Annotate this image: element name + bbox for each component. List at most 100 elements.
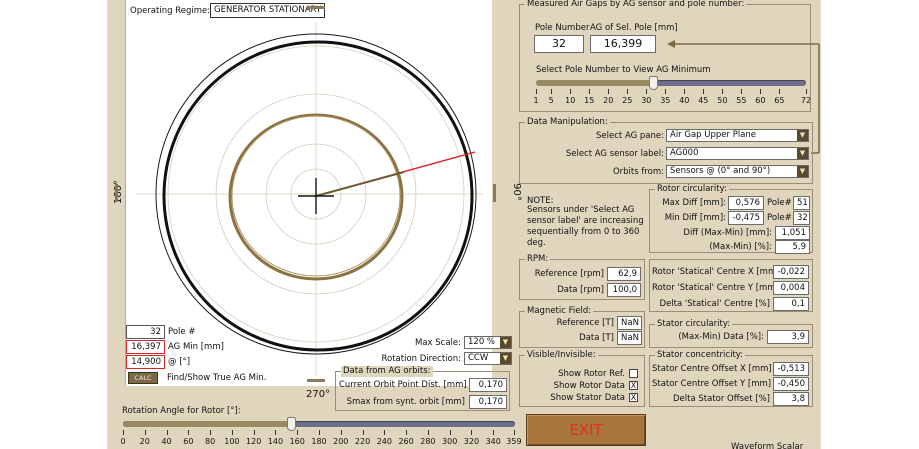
show-rotor-ref-checkbox[interactable] xyxy=(629,369,638,378)
pole-slider-thumb[interactable] xyxy=(649,76,659,90)
orbits-from-select[interactable]: Sensors @ (0° and 90°) ▼ xyxy=(666,165,809,178)
slider-tick xyxy=(627,89,629,94)
statical-x-label: Rotor 'Statical' Centre X [mm] xyxy=(652,267,780,277)
min-pole-value: 32 xyxy=(793,211,810,225)
stator-offset-y-value: -0,450 xyxy=(773,377,809,391)
rotation-direction-label: Rotation Direction: xyxy=(381,354,461,364)
stator-offset-delta-value: 3,8 xyxy=(773,392,809,406)
calc-description: Find/Show True AG Min. xyxy=(167,373,267,383)
rpm-reference-label: Reference [rpm] xyxy=(534,269,604,279)
right-tick xyxy=(493,184,496,202)
ag-plane-select[interactable]: Air Gap Upper Plane ▼ xyxy=(666,129,809,142)
max-scale-select[interactable]: 120 % ▼ xyxy=(464,336,512,349)
ag-sensor-value: AG000 xyxy=(670,148,699,158)
show-rotor-data-label: Show Rotor Data xyxy=(553,381,625,391)
measured-air-gaps-group: Measured Air Gaps by AG sensor and pole … xyxy=(519,0,811,112)
slider-tick-label: 100 xyxy=(224,437,240,446)
rotation-slider-thumb[interactable] xyxy=(287,417,297,431)
slider-tick xyxy=(144,430,146,435)
rotation-slider-ticks: 0 20 40 60 80 100 120 140 160 180 200 220 240 260 280 3… xyxy=(120,430,522,446)
slider-tick xyxy=(427,430,429,435)
slider-tick-label: 220 xyxy=(354,437,371,446)
slider-tick-label: 0 xyxy=(120,437,126,446)
pct-max-min-value: 5,9 xyxy=(775,240,810,254)
min-diff-label: Min Diff [mm]: xyxy=(664,213,726,223)
rpm-title: RPM: xyxy=(525,254,551,265)
ag-sensor-select[interactable]: AG000 ▼ xyxy=(666,147,809,160)
slider-tick-label: 15 xyxy=(584,96,595,105)
rotor-circularity-title: Rotor circularity: xyxy=(655,184,729,195)
current-orbit-value: 0,170 xyxy=(469,378,507,392)
show-stator-data-checkbox[interactable]: X xyxy=(629,393,638,402)
pole-number-readout: 32 xyxy=(126,325,165,339)
min-pole-label: Pole# xyxy=(767,213,792,223)
rpm-reference-value: 62,9 xyxy=(607,267,641,281)
slider-tick-label: 200 xyxy=(333,437,349,446)
note-text: Sensors under 'Select AG sensor label' a… xyxy=(527,205,644,248)
slider-tick xyxy=(665,89,667,94)
slider-tick xyxy=(722,89,724,94)
slider-tick xyxy=(231,430,233,435)
stator-circularity-group: Stator circularity: (Max-Min) Data [%]: … xyxy=(649,319,813,348)
statical-centre-group: Rotor 'Statical' Centre X [mm] -0,022 Ro… xyxy=(649,259,813,312)
slider-tick-label: 50 xyxy=(717,96,728,105)
slider-tick xyxy=(362,430,364,435)
rotation-direction-value: CCW xyxy=(468,353,489,363)
slider-tick-label: 240 xyxy=(376,437,392,446)
waveform-scalar-label: Waveform Scalar xyxy=(731,442,804,449)
statical-delta-value: 0,1 xyxy=(773,297,809,311)
pole-slider-ticks: 1 5 10 15 20 25 30 35 40 45 50 55 60 65 72 xyxy=(533,89,811,105)
slider-tick-label: 55 xyxy=(736,96,747,105)
slider-tick-label: 260 xyxy=(398,437,414,446)
ag-min-label: AG Min [mm] xyxy=(168,342,224,352)
exit-button[interactable]: EXIT xyxy=(526,414,646,446)
slider-tick xyxy=(741,89,743,94)
stator-offset-delta-label: Delta Stator Offset [%] xyxy=(673,394,770,404)
slider-tick-label: 65 xyxy=(774,96,785,105)
rotation-slider-track[interactable] xyxy=(123,421,515,427)
show-rotor-data-checkbox[interactable]: X xyxy=(629,381,638,390)
slider-tick-label: 72 xyxy=(800,96,812,105)
slider-tick xyxy=(166,430,168,435)
slider-tick-label: 60 xyxy=(183,437,194,446)
ag-sensor-label: Select AG sensor label: xyxy=(565,149,664,159)
diff-max-min-label: Diff (Max-Min) [mm]: xyxy=(683,228,772,238)
max-scale-value: 120 % xyxy=(468,337,496,347)
max-diff-label: Max Diff [mm]: xyxy=(662,198,726,208)
slider-tick-label: 5 xyxy=(548,96,554,105)
slider-tick xyxy=(760,89,762,94)
angle-label-270: 270° xyxy=(306,389,331,400)
slider-tick-label: 60 xyxy=(755,96,766,105)
ag-selected-pole-box: 16,399 xyxy=(590,35,656,53)
data-manipulation-title: Data Manipulation: xyxy=(525,117,610,128)
chevron-down-icon: ▼ xyxy=(500,353,511,364)
current-orbit-label: Current Orbit Point Dist. [mm] xyxy=(339,380,467,390)
orbits-from-value: Sensors @ (0° and 90°) xyxy=(670,166,771,176)
magnetic-reference-label: Reference [T] xyxy=(556,318,614,328)
slider-tick xyxy=(646,89,648,94)
pole-number-label: Pole # xyxy=(168,327,196,337)
slider-tick xyxy=(449,430,451,435)
pct-max-min-label: (Max-Min) [%]: xyxy=(709,242,772,252)
slider-tick-label: 25 xyxy=(622,96,633,105)
stator-offset-x-label: Stator Centre Offset X [mm] xyxy=(652,364,772,374)
slider-tick-label: 180 xyxy=(311,437,327,446)
ag-min-angle-readout: 14,900 xyxy=(126,355,165,369)
pole-slider-track[interactable] xyxy=(536,80,806,86)
rotation-direction-select[interactable]: CCW ▼ xyxy=(464,352,512,365)
note-group: NOTE: Sensors under 'Select AG sensor la… xyxy=(519,190,645,252)
slider-tick-label: 20 xyxy=(603,96,614,105)
slider-tick xyxy=(210,430,212,435)
slider-tick-label: 160 xyxy=(289,437,305,446)
stator-offset-x-value: -0,513 xyxy=(773,362,809,376)
orbit-radius-line xyxy=(315,171,405,197)
orbits-from-label: Orbits from: xyxy=(612,167,664,177)
slider-tick-label: 140 xyxy=(267,437,284,446)
slider-tick-label: 359 xyxy=(506,437,522,446)
slider-tick xyxy=(551,89,553,94)
slider-tick xyxy=(471,430,473,435)
slider-tick-label: 1 xyxy=(533,96,539,105)
ag-plane-value: Air Gap Upper Plane xyxy=(670,130,757,140)
calc-button[interactable]: CALC xyxy=(128,372,158,384)
max-pole-value: 51 xyxy=(793,196,810,210)
